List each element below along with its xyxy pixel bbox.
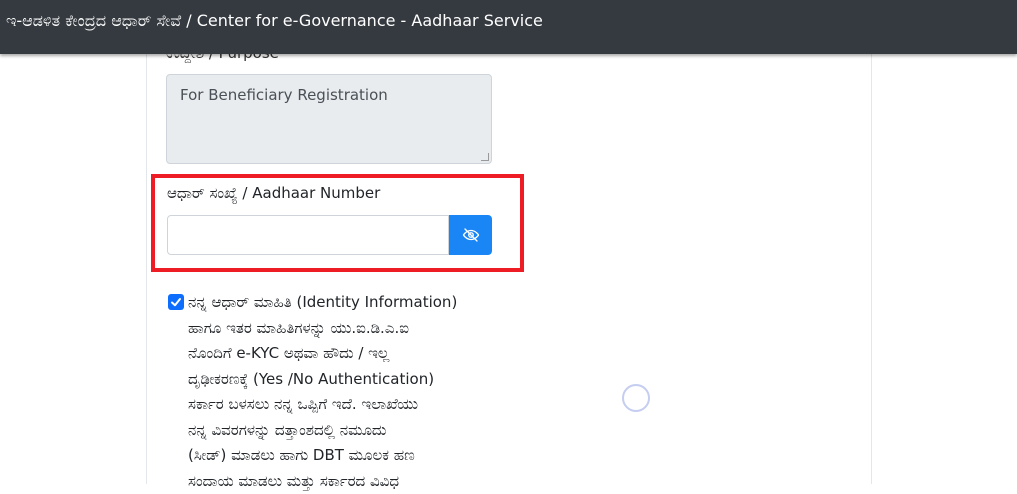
consent-line: ನೊಂದಿಗೆ e-KYC ಅಥವಾ ಹೌದು / ಇಲ್ಲ [188, 341, 498, 367]
aadhaar-number-input[interactable] [167, 215, 449, 255]
consent-line: (ಸೀಡ್) ಮಾಡಲು ಹಾಗು DBT ಮೂಲಕ ಹಣ [188, 443, 498, 469]
top-navbar: ಇ-ಆಡಳಿತ ಕೇಂದ್ರದ ಆಧಾರ್ ಸೇವೆ / Center for … [0, 0, 1017, 54]
consent-line: ಹಾಗೂ ಇತರ ಮಾಹಿತಿಗಳನ್ನು ಯು.ಐ.ಡಿ.ಎ.ಐ [188, 316, 498, 342]
aadhaar-number-label: ಆಧಾರ್ ಸಂಖ್ಯೆ / Aadhaar Number [167, 184, 380, 202]
consent-line: ನನ್ನ ವಿವರಗಳನ್ನು ದತ್ತಾಂಶದಲ್ಲಿ ನಮೂದು [188, 418, 498, 444]
loading-spinner-icon [622, 384, 650, 412]
page-title: ಇ-ಆಡಳಿತ ಕೇಂದ್ರದ ಆಧಾರ್ ಸೇವೆ / Center for … [6, 11, 543, 31]
toggle-visibility-button[interactable] [449, 215, 492, 255]
check-icon [170, 296, 182, 308]
consent-line: ದೃಢೀಕರಣಕ್ಕೆ (Yes /No Authentication) [188, 367, 498, 393]
consent-line: ಸಂದಾಯ ಮಾಡಲು ಮತ್ತು ಸರ್ಕಾರದ ವಿವಿಧ [188, 469, 498, 494]
consent-text: ನನ್ನ ಆಧಾರ್ ಮಾಹಿತಿ (Identity Information)… [188, 290, 498, 494]
purpose-textarea[interactable]: For Beneficiary Registration [166, 74, 492, 164]
eye-slash-icon [462, 226, 480, 244]
consent-line: ನನ್ನ ಆಧಾರ್ ಮಾಹಿತಿ (Identity Information) [188, 290, 498, 316]
resize-grip-icon[interactable] [481, 153, 489, 161]
consent-line: ಸರ್ಕಾರ ಬಳಸಲು ನನ್ನ ಒಪ್ಪಿಗೆ ಇದೆ. ಇಲಾಖೆಯು [188, 392, 498, 418]
consent-checkbox[interactable] [168, 294, 184, 310]
purpose-value: For Beneficiary Registration [180, 86, 388, 104]
